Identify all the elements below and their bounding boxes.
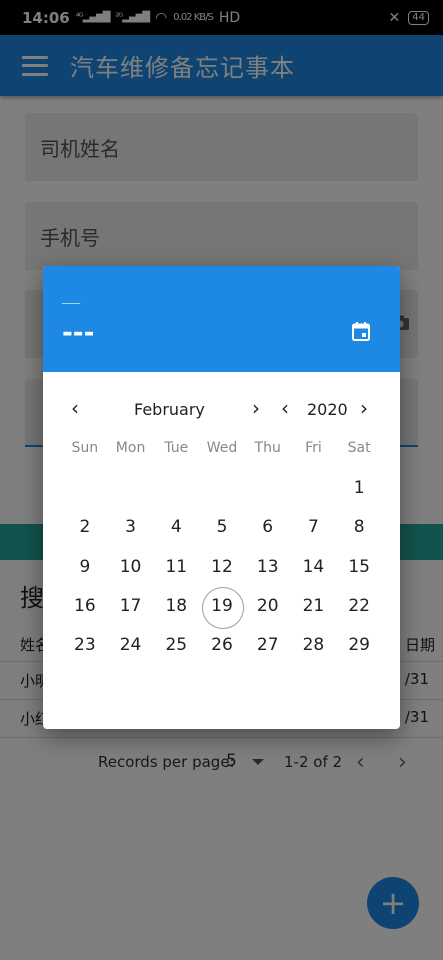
calendar-grid: 1 2 3 4 5 6 7 8 9 10 11 12 13 14 15 16 17 18 19 20 21 22 23 24 2… xyxy=(62,469,382,665)
day-cell-today[interactable]: 19 xyxy=(199,586,245,629)
day-cell[interactable]: 1 xyxy=(336,469,382,508)
day-cell[interactable]: 7 xyxy=(291,508,337,547)
empty-day xyxy=(62,469,108,508)
day-cell[interactable]: 28 xyxy=(291,626,337,665)
day-cell[interactable]: 17 xyxy=(108,587,154,626)
day-cell[interactable]: 4 xyxy=(153,508,199,547)
day-cell[interactable]: 22 xyxy=(336,587,382,626)
month-label: February xyxy=(134,400,205,419)
empty-day xyxy=(199,469,245,508)
day-cell[interactable]: 29 xyxy=(336,626,382,665)
weekday-header: Sun Mon Tue Wed Thu Fri Sat xyxy=(62,440,382,460)
weekday-label: Thu xyxy=(254,440,281,456)
day-cell[interactable]: 16 xyxy=(62,587,108,626)
empty-day xyxy=(108,469,154,508)
day-cell[interactable]: 3 xyxy=(108,508,154,547)
weekday-label: Fri xyxy=(305,440,322,456)
day-cell[interactable]: 5 xyxy=(199,508,245,547)
weekday-label: Tue xyxy=(164,440,189,456)
day-cell[interactable]: 2 xyxy=(62,508,108,547)
date-picker-header: ___ --- xyxy=(43,266,400,372)
next-month-icon[interactable]: › xyxy=(252,396,260,420)
day-cell[interactable]: 11 xyxy=(153,548,199,587)
header-year[interactable]: ___ xyxy=(62,290,80,304)
day-cell[interactable]: 23 xyxy=(62,626,108,665)
empty-day xyxy=(291,469,337,508)
weekday-label: Sat xyxy=(347,440,371,456)
year-label: 2020 xyxy=(307,400,348,419)
empty-day xyxy=(153,469,199,508)
day-cell[interactable]: 21 xyxy=(291,587,337,626)
day-cell[interactable]: 14 xyxy=(291,548,337,587)
day-cell[interactable]: 20 xyxy=(245,587,291,626)
day-cell[interactable]: 24 xyxy=(108,626,154,665)
day-cell[interactable]: 25 xyxy=(153,626,199,665)
day-cell[interactable]: 10 xyxy=(108,548,154,587)
day-cell[interactable]: 18 xyxy=(153,587,199,626)
empty-day xyxy=(245,469,291,508)
day-cell[interactable]: 15 xyxy=(336,548,382,587)
prev-year-icon[interactable]: ‹ xyxy=(281,396,289,420)
day-cell[interactable]: 9 xyxy=(62,548,108,587)
date-picker-dialog: ___ --- ‹ February › ‹ 2020 › Sun Mon Tue W… xyxy=(43,266,400,729)
header-date: --- xyxy=(62,318,95,348)
day-cell[interactable]: 8 xyxy=(336,508,382,547)
day-cell[interactable]: 6 xyxy=(245,508,291,547)
day-cell[interactable]: 26 xyxy=(199,626,245,665)
prev-month-icon[interactable]: ‹ xyxy=(71,396,79,420)
month-year-nav: ‹ February › ‹ 2020 › xyxy=(43,392,400,428)
next-year-icon[interactable]: › xyxy=(360,396,368,420)
day-cell[interactable]: 27 xyxy=(245,626,291,665)
weekday-label: Sun xyxy=(71,440,99,456)
weekday-label: Mon xyxy=(115,440,146,456)
day-cell[interactable]: 12 xyxy=(199,548,245,587)
calendar-icon[interactable] xyxy=(352,322,370,341)
weekday-label: Wed xyxy=(206,440,238,456)
day-cell[interactable]: 13 xyxy=(245,548,291,587)
